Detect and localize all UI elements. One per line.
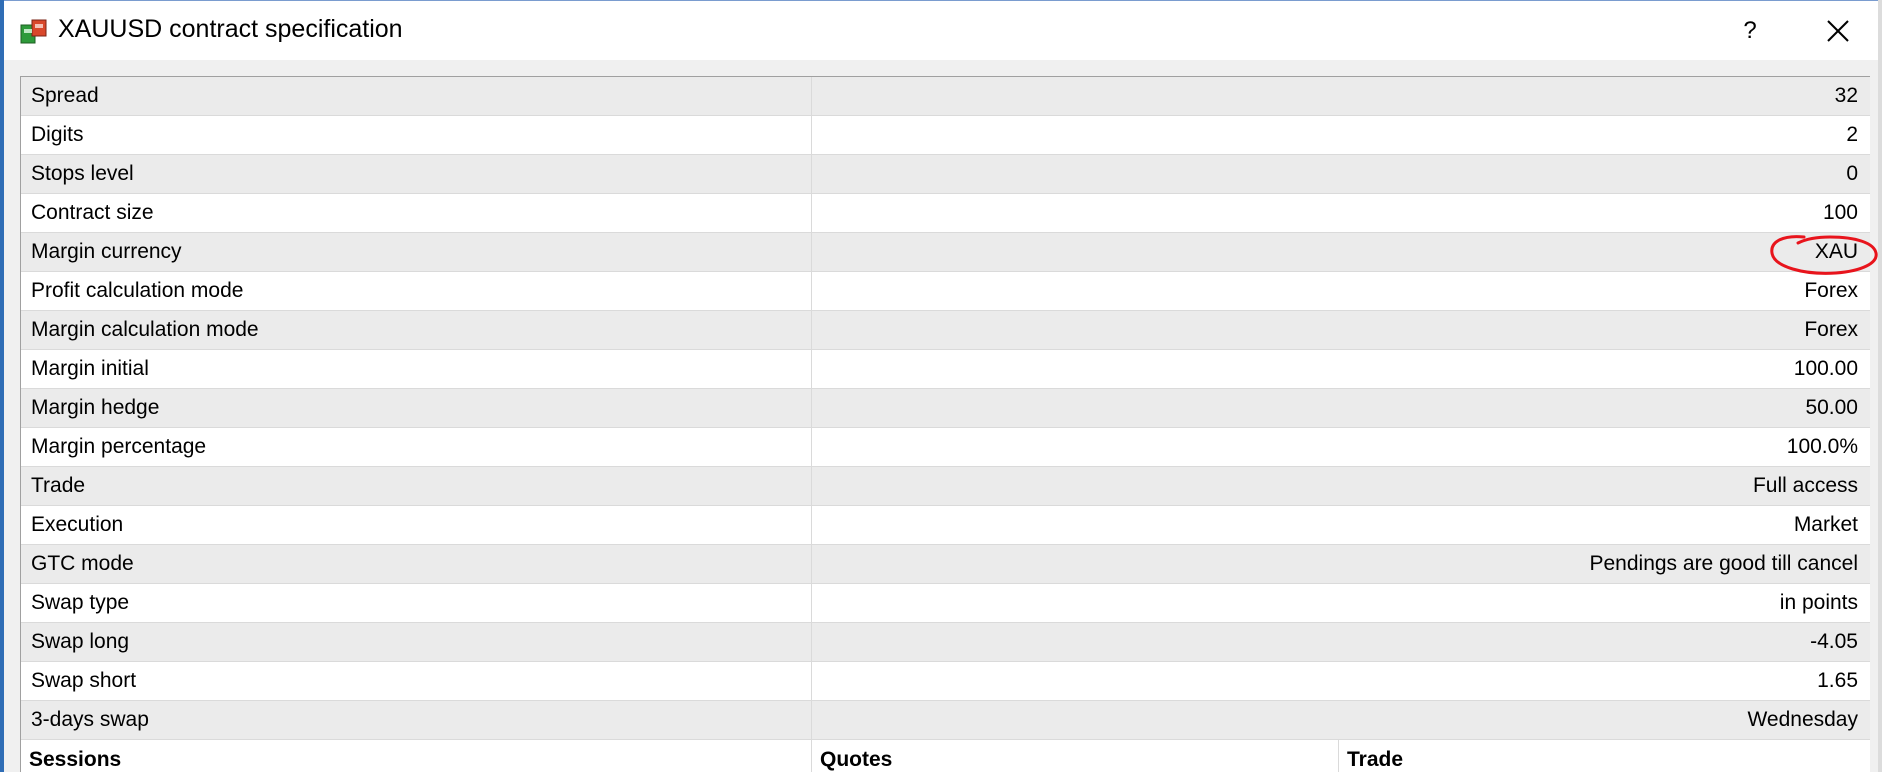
spec-value: Forex <box>1804 318 1858 341</box>
table-row[interactable]: Contract size 100 <box>21 194 1870 233</box>
spec-value: Wednesday <box>1747 708 1858 731</box>
spec-label: GTC mode <box>21 545 812 583</box>
sessions-column-header[interactable]: Sessions <box>21 740 812 772</box>
table-row[interactable]: Margin calculation mode Forex <box>21 311 1870 350</box>
spec-label: Margin percentage <box>21 428 812 466</box>
spec-label: Margin currency <box>21 233 812 271</box>
close-icon <box>1827 20 1849 42</box>
table-row[interactable]: Margin currency XAU <box>21 233 1870 272</box>
spec-label: Digits <box>21 116 812 154</box>
spec-label: Spread <box>21 77 812 115</box>
spec-value: Full access <box>1752 474 1858 497</box>
table-row[interactable]: Spread 32 <box>21 77 1870 116</box>
spec-label: Margin hedge <box>21 389 812 427</box>
contract-specification-window: XAUUSD contract specification ? Spread 3… <box>0 0 1882 772</box>
spec-value: 100.0% <box>1786 435 1858 458</box>
spec-label: Margin calculation mode <box>21 311 812 349</box>
spec-value: 50.00 <box>1805 396 1858 419</box>
table-row[interactable]: Digits 2 <box>21 116 1870 155</box>
spec-value: XAU <box>1814 240 1858 263</box>
table-row[interactable]: Stops level 0 <box>21 155 1870 194</box>
table-row[interactable]: Trade Full access <box>21 467 1870 506</box>
spec-value: Pendings are good till cancel <box>1589 552 1858 575</box>
quotes-column-header[interactable]: Quotes <box>812 740 1339 772</box>
table-row[interactable]: Profit calculation mode Forex <box>21 272 1870 311</box>
spec-value: 100 <box>1822 201 1858 224</box>
spec-label: Contract size <box>21 194 812 232</box>
table-row[interactable]: Margin hedge 50.00 <box>21 389 1870 428</box>
sessions-header: Sessions Quotes Trade <box>21 740 1870 772</box>
spec-value: 32 <box>1834 84 1858 107</box>
spec-label: 3-days swap <box>21 701 812 739</box>
trade-column-header[interactable]: Trade <box>1339 740 1870 772</box>
table-row[interactable]: Execution Market <box>21 506 1870 545</box>
spec-value: -4.05 <box>1810 630 1858 653</box>
spec-value: in points <box>1779 591 1858 614</box>
title-bar[interactable]: XAUUSD contract specification ? <box>4 0 1878 60</box>
spec-label: Trade <box>21 467 812 505</box>
spec-value: 1.65 <box>1817 669 1858 692</box>
spec-label: Swap type <box>21 584 812 622</box>
spec-label: Execution <box>21 506 812 544</box>
help-button[interactable]: ? <box>1726 9 1774 53</box>
spec-value: Market <box>1793 513 1858 536</box>
market-symbol-icon <box>20 17 48 45</box>
table-row[interactable]: Swap type in points <box>21 584 1870 623</box>
close-button[interactable] <box>1812 9 1864 53</box>
spec-label: Profit calculation mode <box>21 272 812 310</box>
spec-value: 0 <box>1846 162 1858 185</box>
table-row[interactable]: Margin percentage 100.0% <box>21 428 1870 467</box>
spec-label: Swap short <box>21 662 812 700</box>
spec-label: Margin initial <box>21 350 812 388</box>
table-row[interactable]: Swap long -4.05 <box>21 623 1870 662</box>
table-row[interactable]: Margin initial 100.00 <box>21 350 1870 389</box>
spec-value: Forex <box>1804 279 1858 302</box>
window-title: XAUUSD contract specification <box>58 15 403 43</box>
spec-label: Stops level <box>21 155 812 193</box>
table-row[interactable]: 3-days swap Wednesday <box>21 701 1870 740</box>
window-edge-right <box>1878 0 1882 772</box>
table-row[interactable]: Swap short 1.65 <box>21 662 1870 701</box>
spec-value: 2 <box>1846 123 1858 146</box>
window-edge-left <box>0 0 4 772</box>
spec-label: Swap long <box>21 623 812 661</box>
table-row[interactable]: GTC mode Pendings are good till cancel <box>21 545 1870 584</box>
specification-table[interactable]: Spread 32 Digits 2 Stops level 0 Contrac… <box>20 76 1870 772</box>
spec-value: 100.00 <box>1793 357 1858 380</box>
